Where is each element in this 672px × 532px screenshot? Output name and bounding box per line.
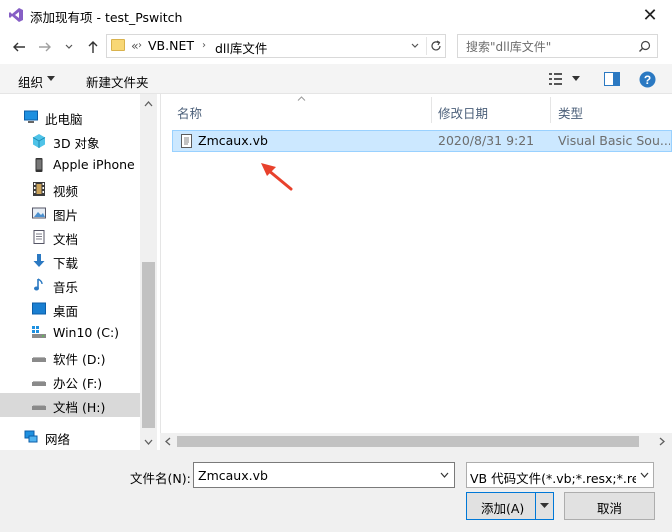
scroll-down-arrow-icon[interactable] (144, 439, 153, 445)
column-divider[interactable] (431, 97, 432, 123)
video-icon (33, 182, 45, 196)
iphone-icon (35, 158, 43, 172)
nav-item-drive-f[interactable]: 办公 (F:) (0, 369, 140, 393)
nav-item-videos[interactable]: 视频 (0, 177, 140, 201)
back-button[interactable] (10, 38, 28, 56)
chevron-down-icon (640, 472, 649, 478)
documents-icon (33, 230, 45, 244)
nav-item-label: 图片 (53, 208, 79, 223)
breadcrumb-separator-icon: › (138, 40, 142, 51)
nav-item-network[interactable]: 网络 (0, 425, 140, 449)
nav-item-label: 此电脑 (45, 112, 83, 127)
nav-item-label: 软件 (D:) (53, 352, 106, 367)
drive-icon (32, 357, 46, 362)
computer-icon (24, 110, 38, 123)
network-icon (24, 430, 38, 443)
cancel-button-label: 取消 (597, 501, 623, 516)
nav-item-downloads[interactable]: 下载 (0, 249, 140, 273)
refresh-icon (430, 40, 441, 51)
column-header-type[interactable]: 类型 (558, 103, 583, 122)
scroll-left-arrow-icon[interactable] (165, 437, 171, 446)
new-folder-button[interactable]: 新建文件夹 (86, 72, 149, 91)
nav-item-label: 文档 (53, 232, 79, 247)
close-icon: ✕ (642, 4, 658, 26)
search-placeholder: 搜索"dll库文件" (466, 40, 552, 54)
nav-item-desktop[interactable]: 桌面 (0, 297, 140, 321)
desktop-icon (32, 302, 46, 315)
folder-icon (111, 39, 125, 51)
window-title: 添加现有项 - test_Pswitch (30, 10, 183, 25)
annotation-arrow-icon (261, 163, 293, 191)
nav-item-label: 音乐 (53, 280, 79, 295)
nav-item-drive-c[interactable]: Win10 (C:) (0, 321, 140, 345)
column-header-name[interactable]: 名称 (177, 103, 202, 122)
filename-label: 文件名(N): (130, 471, 191, 486)
system-drive-icon (32, 326, 46, 338)
nav-item-label: 文档 (H:) (53, 400, 106, 415)
navigation-pane-scrollbar-thumb[interactable] (142, 262, 155, 428)
chevron-down-icon (65, 44, 73, 49)
drive-icon (32, 405, 46, 410)
nav-item-label: 视频 (53, 184, 79, 199)
vb-file-icon (181, 134, 192, 148)
svg-text:?: ? (644, 73, 651, 87)
add-button-divider (535, 493, 536, 519)
chevron-down-icon (411, 43, 419, 48)
pictures-icon (32, 207, 46, 219)
breadcrumb-item-dll[interactable]: dll库文件 (215, 38, 267, 57)
file-name[interactable]: Zmcaux.vb (198, 133, 268, 148)
drive-icon (32, 381, 46, 386)
chevron-down-icon[interactable] (440, 472, 449, 478)
downloads-icon (33, 254, 45, 267)
horizontal-scrollbar-thumb[interactable] (177, 436, 639, 447)
address-dropdown-button[interactable] (408, 37, 422, 55)
preview-pane-icon[interactable] (604, 72, 620, 86)
recent-locations-button[interactable] (62, 38, 76, 56)
file-type-filter-value: VB 代码文件(*.vb;*.resx;*.resw (470, 471, 636, 486)
close-button[interactable]: ✕ (628, 0, 672, 30)
arrow-up-icon (88, 41, 98, 53)
organize-menu[interactable]: 组织 (18, 72, 43, 91)
nav-item-label: Apple iPhone (53, 157, 135, 172)
arrow-left-icon (13, 42, 25, 52)
file-type: Visual Basic Sou... (558, 133, 670, 148)
nav-item-3d-objects[interactable]: 3D 对象 (0, 129, 140, 153)
nav-item-this-pc[interactable]: 此电脑 (0, 105, 140, 129)
breadcrumb-item-vbnet[interactable]: VB.NET (148, 38, 194, 53)
nav-item-label: 网络 (45, 432, 71, 447)
nav-item-pictures[interactable]: 图片 (0, 201, 140, 225)
nav-item-drive-d[interactable]: 软件 (D:) (0, 345, 140, 369)
nav-item-label: 3D 对象 (53, 136, 100, 151)
add-button-label: 添加(A) (481, 501, 525, 516)
nav-item-drive-h[interactable]: 文档 (H:) (0, 393, 140, 417)
view-options-icon[interactable] (549, 72, 565, 86)
arrow-right-icon (39, 42, 51, 52)
music-icon (34, 278, 43, 291)
help-icon[interactable]: ? (639, 71, 656, 88)
breadcrumb-separator-icon: › (202, 40, 206, 51)
caret-down-icon[interactable] (572, 76, 580, 82)
scroll-up-arrow-icon[interactable] (144, 101, 153, 107)
column-divider[interactable] (550, 97, 551, 123)
sort-ascending-icon (297, 96, 306, 101)
nav-item-documents[interactable]: 文档 (0, 225, 140, 249)
scroll-right-arrow-icon[interactable] (659, 437, 665, 446)
column-header-modified[interactable]: 修改日期 (438, 103, 488, 122)
filename-value: Zmcaux.vb (198, 468, 268, 483)
nav-item-label: 下载 (53, 256, 79, 271)
search-icon[interactable] (638, 40, 651, 53)
refresh-button[interactable] (426, 37, 444, 55)
3d-objects-icon (32, 134, 46, 148)
nav-item-label: 办公 (F:) (53, 376, 103, 391)
nav-item-music[interactable]: 音乐 (0, 273, 140, 297)
nav-item-label: 桌面 (53, 304, 79, 319)
nav-item-apple-iphone[interactable]: Apple iPhone (0, 153, 140, 177)
visual-studio-icon (9, 8, 23, 22)
caret-down-icon (47, 76, 55, 81)
up-button[interactable] (84, 38, 102, 56)
file-modified: 2020/8/31 9:21 (438, 133, 535, 148)
caret-down-icon[interactable] (540, 503, 549, 509)
forward-button[interactable] (36, 38, 54, 56)
nav-item-label: Win10 (C:) (53, 325, 120, 340)
